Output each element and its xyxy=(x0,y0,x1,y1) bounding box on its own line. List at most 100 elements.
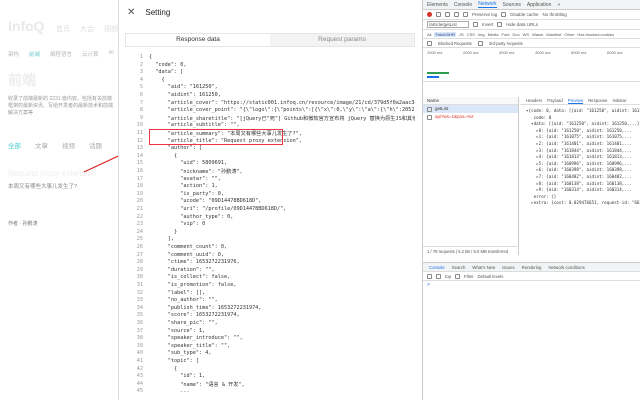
line-number: 8 xyxy=(139,107,143,114)
tab-payload[interactable]: Payload xyxy=(547,97,563,104)
site-subnav-item[interactable]: 架构 xyxy=(8,50,19,58)
disable-cache-checkbox[interactable] xyxy=(501,12,507,17)
tab-initiator[interactable]: Initiator xyxy=(612,97,626,104)
line-number: 23 xyxy=(136,221,143,228)
preserve-log-checkbox[interactable] xyxy=(463,12,468,17)
type-filter-chip[interactable]: Doc xyxy=(513,32,520,37)
sidebar-icon[interactable] xyxy=(427,273,432,279)
type-filter-chip[interactable]: Manifest xyxy=(546,32,561,37)
line-number: 2 xyxy=(139,61,143,68)
tab-headers[interactable]: Headers xyxy=(526,97,542,104)
search-icon[interactable] xyxy=(454,12,459,17)
drawer-tab-whats-new[interactable]: What's New xyxy=(472,263,495,271)
throttling-select[interactable]: No throttling xyxy=(543,12,567,17)
type-filter-chip[interactable]: JS xyxy=(459,32,464,37)
preview-tree-node[interactable]: error: {} xyxy=(526,194,557,199)
drawer-tab-search[interactable]: Search xyxy=(452,263,466,271)
preview-tree-node[interactable]: ▸6: {aid: "160398", aidint: 160398,... xyxy=(526,167,632,172)
preview-tree-node[interactable]: ▸1: {aid: "161075", aidint: 161075,... xyxy=(526,134,632,139)
tab-sources[interactable]: Sources xyxy=(503,2,521,8)
site-tab-videos[interactable]: 视频 xyxy=(62,140,75,150)
network-timeline[interactable]: 1000 ms 2000 ms 3000 ms 4000 ms 5000 ms 6000 … xyxy=(423,48,640,82)
request-row[interactable]: getList xyxy=(423,105,518,113)
blocked-requests-checkbox[interactable] xyxy=(427,40,432,46)
site-nav-item[interactable]: 大会 xyxy=(80,24,94,34)
tab-response-data[interactable]: Response data xyxy=(126,34,270,46)
site-tabs: 全部 文章 视频 话题 xyxy=(8,140,102,150)
request-row[interactable]: api?ws=1&pos=%2 xyxy=(423,113,518,121)
preview-tree-node[interactable]: ▸2: {aid: "161401", aidint: 161401,... xyxy=(526,141,632,146)
type-filter-chip[interactable]: Font xyxy=(502,32,510,37)
line-number: 43 xyxy=(136,373,143,380)
site-subnav-item[interactable]: 云计算 xyxy=(82,50,99,58)
drawer-tab-issues[interactable]: Issues xyxy=(502,263,514,271)
blocked-filters: Blocked Requests 3rd-party requests xyxy=(423,39,640,48)
invert-checkbox[interactable] xyxy=(473,22,478,27)
json-editor[interactable]: 1 {2 "code": 0, 3 "data": [4 {5 "aid": "16… xyxy=(125,54,415,400)
type-filter-chip[interactable]: Has blocked cookies xyxy=(577,32,614,37)
site-article-title[interactable]: Request proxy extension xyxy=(8,169,96,178)
code-line: "uri": "/profile/09D14478BD618D/", xyxy=(149,206,287,212)
preview-tree-node[interactable]: ▸3: {aid: "161844", aidint: 161844,... xyxy=(526,148,632,153)
clear-icon[interactable] xyxy=(436,12,441,17)
code-line: "source": 1, xyxy=(149,327,206,334)
code-line: } xyxy=(149,228,178,235)
site-tab-topics[interactable]: 话题 xyxy=(89,140,102,150)
tab-network[interactable]: Network xyxy=(478,1,497,8)
drawer-tab-console[interactable]: Console xyxy=(429,263,445,271)
preview-tree-node[interactable]: ▸7: {aid: "160482", aidint: 160482,... xyxy=(526,174,632,179)
timeline-tick-label: 6000 ms xyxy=(607,50,623,55)
preview-tree-node[interactable]: ▸5: {aid: "160996", aidint: 160996,... xyxy=(526,161,632,166)
context-select[interactable]: top xyxy=(445,274,451,279)
close-icon[interactable]: ✕ xyxy=(127,7,135,18)
preview-tree-node[interactable]: ▸0: {aid: "161250", aidint: 161250,... xyxy=(526,128,632,133)
levels-select[interactable]: Default levels xyxy=(478,274,504,279)
site-nav-item[interactable]: 首页 xyxy=(56,24,70,34)
preview-tree-node[interactable]: ▸4: {aid: "161813", aidint: 161813,... xyxy=(526,154,632,159)
type-filter-chip[interactable]: Media xyxy=(488,32,499,37)
type-filter-chip[interactable]: Wasm xyxy=(532,32,543,37)
preview-tree-node[interactable]: ▸8: {aid: "160138", aidint: 160138,... xyxy=(526,181,632,186)
preview-tree-node[interactable]: ▸extra: {cost: 0.029476651, request-id: … xyxy=(526,200,640,205)
filter-icon[interactable] xyxy=(445,12,450,17)
site-subnav-item[interactable]: AI xyxy=(109,50,114,58)
preview-tree-node[interactable]: ▸9: {aid: "160314", aidint: 160314,... xyxy=(526,187,632,192)
code-line: "label": [], xyxy=(149,289,206,296)
console-filter-input[interactable]: Filter xyxy=(464,274,474,279)
request-list-header[interactable]: Name xyxy=(423,97,518,105)
preview-tree-node[interactable]: ▾data: [{aid: "161250", aidint: 161250,.… xyxy=(526,121,640,126)
tab-response[interactable]: Response xyxy=(588,97,607,104)
site-nav-item[interactable]: 视频 xyxy=(104,24,118,34)
tab-preview[interactable]: Preview xyxy=(567,97,584,104)
site-tab-articles[interactable]: 文章 xyxy=(35,140,48,150)
tab-application[interactable]: Application xyxy=(527,2,551,8)
type-filter-chip[interactable]: Img xyxy=(478,32,485,37)
tab-elements[interactable]: Elements xyxy=(427,2,448,8)
drawer-tab-rendering[interactable]: Rendering xyxy=(522,263,542,271)
site-subnav-item[interactable]: 编程语言 xyxy=(50,50,72,58)
type-filter-chip[interactable]: CSS xyxy=(467,32,475,37)
line-number: 39 xyxy=(136,342,143,349)
type-filter-chip[interactable]: All xyxy=(427,32,431,37)
record-icon[interactable] xyxy=(427,12,432,17)
request-list: Name getList api?ws=1&pos=%2 1 / 78 reque… xyxy=(423,97,519,255)
line-number: 15 xyxy=(136,160,143,167)
site-tab-all[interactable]: 全部 xyxy=(8,140,21,150)
site-subnav-item-active[interactable]: 前端 xyxy=(29,50,40,58)
type-filter-chip[interactable]: Fetch/XHR xyxy=(434,31,457,37)
clear-console-icon[interactable] xyxy=(436,273,441,279)
filter-input[interactable]: /article/getList xyxy=(427,21,469,28)
timeline-tick-label: 5000 ms xyxy=(571,50,587,55)
preview-tree-node[interactable]: code: 0 xyxy=(526,115,552,120)
preview-tree-node[interactable]: ▾{code: 0, data: [{aid: "161250", aidint… xyxy=(526,108,640,113)
tab-request-params[interactable]: Request params xyxy=(270,34,414,46)
type-filter-chip[interactable]: WS xyxy=(523,32,529,37)
type-filter-chip[interactable]: Other xyxy=(564,32,574,37)
tab-console[interactable]: Console xyxy=(454,2,472,8)
console-prompt[interactable]: > xyxy=(423,281,640,289)
hide-data-urls-checkbox[interactable] xyxy=(497,22,503,27)
eye-icon[interactable] xyxy=(454,273,460,279)
third-party-checkbox[interactable] xyxy=(477,40,483,46)
drawer-tab-network-conditions[interactable]: Network conditions xyxy=(548,263,584,271)
more-tabs-icon[interactable]: » xyxy=(557,2,560,8)
